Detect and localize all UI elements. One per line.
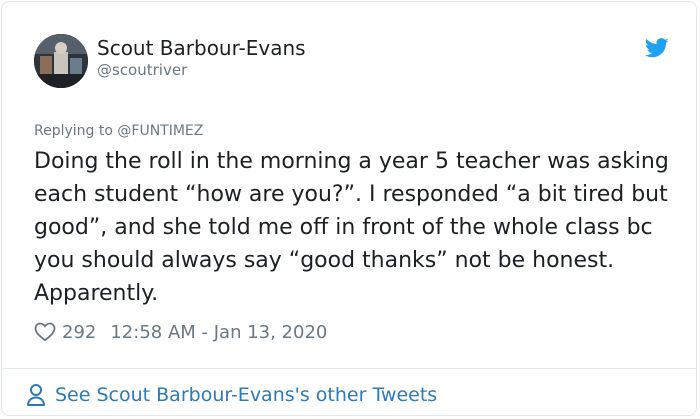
- reply-context: Replying to @FUNTIMEZ: [34, 123, 203, 139]
- tweet-card: Scout Barbour-Evans @scoutriver Replying…: [1, 1, 697, 416]
- heart-icon[interactable]: [34, 322, 56, 342]
- author-handle[interactable]: @scoutriver: [97, 61, 187, 79]
- see-other-tweets-link[interactable]: See Scout Barbour-Evans's other Tweets: [26, 383, 437, 407]
- reply-mention-link[interactable]: @FUNTIMEZ: [117, 123, 203, 139]
- tweet-text: Doing the roll in the morning a year 5 t…: [34, 149, 669, 306]
- see-other-tweets-label[interactable]: See Scout Barbour-Evans's other Tweets: [55, 384, 437, 406]
- avatar[interactable]: [34, 34, 88, 88]
- twitter-bird-icon[interactable]: [645, 38, 669, 58]
- tweet-timestamp[interactable]: 12:58 AM - Jan 13, 2020: [110, 322, 327, 343]
- tweet-meta: 292 12:58 AM - Jan 13, 2020: [34, 320, 327, 344]
- like-count[interactable]: 292: [62, 322, 96, 343]
- person-icon: [27, 384, 45, 406]
- avatar-photo: [34, 34, 88, 88]
- footer-divider: [3, 368, 697, 369]
- reply-prefix: Replying to: [34, 123, 118, 139]
- author-name[interactable]: Scout Barbour-Evans: [97, 36, 306, 60]
